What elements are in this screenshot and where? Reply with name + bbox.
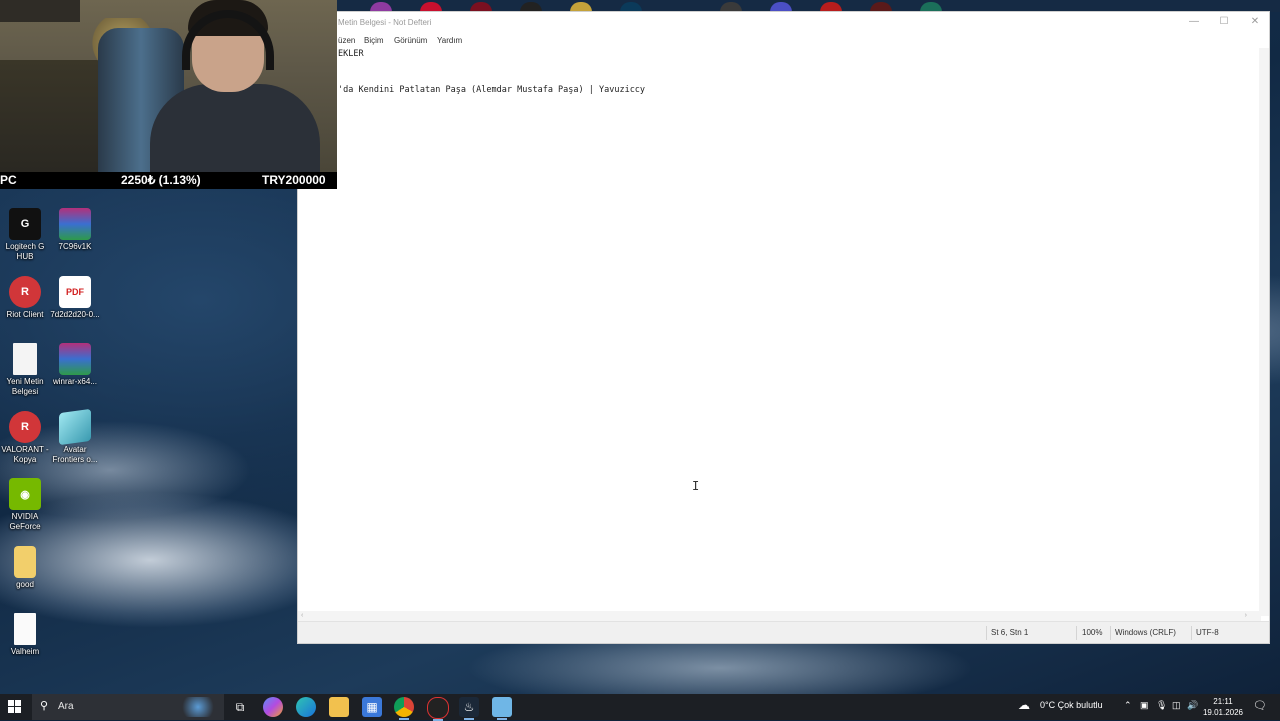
text-cursor-icon: I xyxy=(692,479,700,493)
notepad-taskbar-icon[interactable] xyxy=(492,697,512,720)
menu-format[interactable]: Biçim xyxy=(364,36,384,45)
desktop-icon-label: Avatar Frontiers o... xyxy=(52,445,98,464)
weather-cloud-icon[interactable]: ☁ xyxy=(1018,698,1030,712)
desktop-icon-label: Valheim xyxy=(10,647,40,656)
maximize-button[interactable]: ☐ xyxy=(1217,16,1231,27)
tray-app-icon[interactable]: ▣ xyxy=(1140,700,1149,711)
status-cursor-position: St 6, Stn 1 xyxy=(991,628,1029,637)
status-encoding: UTF-8 xyxy=(1196,628,1219,637)
text-editor-area[interactable]: EKLER 'da Kendini Patlatan Paşa (Alemdar… xyxy=(338,48,645,96)
webcam-background xyxy=(0,60,100,172)
chevron-up-icon[interactable]: ⌃ xyxy=(1124,700,1132,711)
desktop-icon-label: 7C96v1K xyxy=(58,242,92,251)
stats-left-label: PC xyxy=(0,173,17,187)
taskbar-search-box[interactable]: ⚲ Ara xyxy=(32,694,224,720)
vertical-scrollbar[interactable] xyxy=(1259,48,1269,616)
menu-edit[interactable]: üzen xyxy=(338,36,355,45)
desktop-icon-winrar-x64[interactable]: winrar-x64... xyxy=(47,343,103,387)
text-line: EKLER xyxy=(338,49,364,59)
minimize-button[interactable]: — xyxy=(1187,16,1201,27)
logitech-g-hub-icon: G xyxy=(9,208,41,240)
chrome-icon[interactable] xyxy=(394,697,414,720)
close-button[interactable]: ✕ xyxy=(1248,16,1262,27)
search-highlight-icon xyxy=(178,697,218,717)
task-view-icon[interactable]: ⧉ xyxy=(230,697,250,717)
desktop-icon-label: NVIDIA GeForce xyxy=(9,512,41,531)
edge-icon[interactable] xyxy=(296,697,316,717)
valorant-icon: R xyxy=(9,411,41,443)
windows-start-icon[interactable] xyxy=(8,700,22,714)
winrar-installer-icon xyxy=(59,343,91,375)
obs-icon[interactable] xyxy=(427,697,449,721)
desktop-icon-label: winrar-x64... xyxy=(52,377,97,386)
desktop-icon-valheim[interactable]: Valheim xyxy=(0,613,53,657)
status-divider xyxy=(1191,626,1192,640)
desktop-icon-label: Logitech G HUB xyxy=(5,242,45,261)
notepad-title-bar[interactable]: Metin Belgesi - Not Defteri — ☐ ✕ xyxy=(298,12,1269,34)
folder-icon xyxy=(14,546,36,578)
status-bar: St 6, Stn 1 100% Windows (CRLF) UTF-8 xyxy=(298,621,1269,643)
text-line xyxy=(338,60,645,72)
desktop-icon-7c96v1k[interactable]: 7C96v1K xyxy=(47,208,103,252)
status-divider xyxy=(1110,626,1111,640)
text-line: 'da Kendini Patlatan Paşa (Alemdar Musta… xyxy=(338,85,646,95)
desktop-icon-label: Riot Client xyxy=(6,310,44,319)
desktop-icon-label: Yeni Metin Belgesi xyxy=(6,377,44,396)
network-icon[interactable]: ◫ xyxy=(1172,700,1181,711)
status-divider xyxy=(986,626,987,640)
notepad-window[interactable]: Metin Belgesi - Not Defteri — ☐ ✕ üzen B… xyxy=(297,11,1270,644)
window-title: Metin Belgesi - Not Defteri xyxy=(338,18,432,27)
webcam-shelf xyxy=(0,0,80,22)
stats-donation-amount: 2250₺ (1.13%) xyxy=(121,173,201,187)
taskbar: ⚲ Ara ⧉ ▦ ♨ ☁ 0°C Çok bulutlu ⌃ ▣ 🎙 ◫ 🔊 … xyxy=(0,694,1280,721)
menu-bar: üzen Biçim Görünüm Yardım xyxy=(298,34,1269,48)
desktop-icon-avatar-frontiers[interactable]: Avatar Frontiers o... xyxy=(47,408,103,465)
pdf-file-icon: PDF xyxy=(59,276,91,308)
webcam-overlay xyxy=(0,0,337,172)
search-placeholder: Ara xyxy=(58,701,74,712)
desktop-icon-logitech-g-hub[interactable]: G Logitech G HUB xyxy=(0,208,53,262)
status-zoom: 100% xyxy=(1082,628,1103,637)
status-line-ending: Windows (CRLF) xyxy=(1115,628,1176,637)
text-document-icon xyxy=(13,343,37,375)
valheim-file-icon xyxy=(14,613,36,645)
system-clock[interactable]: 21:11 19.01.2026 xyxy=(1200,696,1246,718)
menu-view[interactable]: Görünüm xyxy=(394,36,427,45)
volume-icon[interactable]: 🔊 xyxy=(1187,700,1198,711)
desktop-icon-label: VALORANT - Kopya xyxy=(1,445,49,464)
desktop-icon-label: good xyxy=(16,580,34,589)
nvidia-icon: ◉ xyxy=(9,478,41,510)
stats-goal: TRY200000 xyxy=(262,173,326,187)
copilot-icon[interactable] xyxy=(263,697,283,717)
winrar-archive-icon xyxy=(59,208,91,240)
webcam-streamer-body xyxy=(150,84,320,172)
weather-text[interactable]: 0°C Çok bulutlu xyxy=(1040,700,1103,710)
notification-icon[interactable]: 🗨 xyxy=(1253,699,1267,712)
riot-client-icon: R xyxy=(9,276,41,308)
desktop-icon-pdf[interactable]: PDF 7d2d2d20-0... xyxy=(47,276,103,320)
status-divider xyxy=(1076,626,1077,640)
search-icon: ⚲ xyxy=(40,700,49,712)
desktop-icon-nvidia[interactable]: ◉ NVIDIA GeForce xyxy=(0,478,53,532)
text-line xyxy=(338,72,645,84)
desktop-icon-riot-client[interactable]: R Riot Client xyxy=(0,276,53,320)
stream-stats-bar: PC 2250₺ (1.13%) TRY200000 xyxy=(0,172,337,189)
scroll-right-arrow-icon[interactable]: › xyxy=(1245,612,1247,619)
menu-help[interactable]: Yardım xyxy=(437,36,462,45)
clock-time: 21:11 xyxy=(1213,697,1233,706)
desktop-icon-valorant-kopya[interactable]: R VALORANT - Kopya xyxy=(0,411,53,465)
desktop-icon-good[interactable]: good xyxy=(0,546,53,590)
horizontal-scrollbar[interactable]: ‹ › xyxy=(298,611,1261,621)
microphone-icon[interactable]: 🎙 xyxy=(1156,700,1167,711)
desktop-icon-yeni-metin-belgesi[interactable]: Yeni Metin Belgesi xyxy=(0,343,53,397)
avatar-game-icon xyxy=(59,408,91,446)
steam-icon[interactable]: ♨ xyxy=(459,697,479,720)
desktop-icon-label: 7d2d2d20-0... xyxy=(50,310,100,319)
clock-date: 19.01.2026 xyxy=(1202,708,1244,717)
microsoft-store-icon[interactable]: ▦ xyxy=(362,697,382,717)
scroll-left-arrow-icon[interactable]: ‹ xyxy=(301,612,303,619)
file-explorer-icon[interactable] xyxy=(329,697,349,717)
